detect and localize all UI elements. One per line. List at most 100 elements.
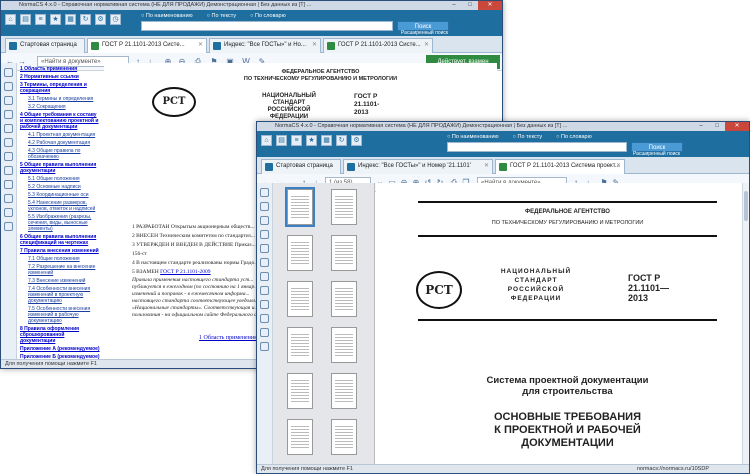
gear-icon[interactable]: ⚙ (95, 14, 106, 25)
close-tab-icon[interactable]: ✕ (484, 160, 489, 173)
toc-item[interactable]: Приложение А (рекомендуемое) (20, 346, 101, 352)
home-icon[interactable]: ⌂ (5, 14, 16, 25)
toc-item[interactable]: 7.3 Внесение изменений (20, 278, 101, 284)
radio-by-text[interactable]: По тексту (513, 134, 543, 140)
toc-item[interactable]: 4 Общие требования к составу и комплекто… (20, 112, 101, 130)
search-input[interactable] (447, 142, 627, 152)
toc-icon[interactable] (4, 68, 13, 77)
radio-by-name[interactable]: По наименованию (447, 134, 499, 140)
tab-document-2[interactable]: ГОСТ Р 21.1101-2013 Систе... ✕ (323, 38, 433, 53)
toc-item[interactable]: 5.4 Нанесение размеров, уклонов, отметок… (20, 200, 101, 212)
close-button[interactable]: ✕ (478, 1, 502, 10)
page-thumbnail[interactable] (331, 373, 357, 409)
toc-item[interactable]: 3.1 Термины и определения (20, 96, 101, 102)
toc-item[interactable]: 8 Правила оформления сброшюрованной доку… (20, 326, 101, 344)
replaced-standard-link[interactable]: ГОСТ Р 21.1101-2009 (160, 269, 210, 275)
calc-icon[interactable] (4, 180, 13, 189)
radio-by-name[interactable]: По наименованию (141, 13, 193, 19)
page-thumbnail[interactable] (331, 235, 357, 271)
page-thumbnail[interactable] (287, 373, 313, 409)
close-tab-icon[interactable]: ✕ (616, 160, 621, 173)
toc-item[interactable]: 3 Термины, определения и сокращения (20, 82, 101, 94)
toc-item[interactable]: 4.3 Общие правила по обозначению (20, 148, 101, 160)
chart-icon[interactable] (260, 286, 269, 295)
page-thumbnail[interactable] (331, 327, 357, 363)
page-thumbnail[interactable] (287, 281, 313, 317)
tab-index[interactable]: Индекс: "Все ГОСТы»" и Но... ✕ (209, 38, 321, 53)
toc-icon[interactable] (260, 188, 269, 197)
toc-item[interactable]: 7.1 Общие положения (20, 256, 101, 262)
list-icon[interactable]: ≡ (35, 14, 46, 25)
book-icon[interactable]: ▦ (65, 14, 76, 25)
toc-item[interactable]: 7.4 Особенности внесения изменений в про… (20, 286, 101, 304)
home-icon[interactable]: ⌂ (261, 135, 272, 146)
toc-item[interactable]: 3.2 Сокращения (20, 104, 101, 110)
list-icon[interactable]: ≡ (291, 135, 302, 146)
book-icon[interactable]: ▦ (321, 135, 332, 146)
refresh-icon[interactable]: ↻ (80, 14, 91, 25)
info-icon[interactable] (260, 202, 269, 211)
tab-index[interactable]: Индекс: "Все ГОСТы»" и Номер '21.1101' ✕ (343, 159, 493, 174)
radio-by-text[interactable]: По тексту (207, 13, 237, 19)
notes-icon[interactable] (260, 244, 269, 253)
page-thumbnail[interactable] (285, 187, 315, 227)
radio-by-dictionary[interactable]: По словарю (250, 13, 286, 19)
toc-item[interactable]: 5.1 Общие положения (20, 176, 101, 182)
warning-icon[interactable] (260, 328, 269, 337)
image-icon[interactable] (260, 272, 269, 281)
toc-item[interactable]: 5.2 Основные надписи (20, 184, 101, 190)
refresh-icon[interactable]: ↻ (336, 135, 347, 146)
warning-icon[interactable] (4, 208, 13, 217)
close-tab-icon[interactable]: ✕ (424, 39, 429, 52)
radio-by-dictionary[interactable]: По словарю (556, 134, 592, 140)
close-tab-icon[interactable]: ✕ (312, 39, 317, 52)
page-thumbnail[interactable] (331, 281, 357, 317)
search-input[interactable] (141, 21, 393, 31)
toc-item[interactable]: 7.2 Разрешение на внесение изменений (20, 264, 101, 276)
toc-item[interactable]: 5.3 Координационные оси (20, 192, 101, 198)
settings-icon[interactable] (260, 314, 269, 323)
image-icon[interactable] (4, 152, 13, 161)
folder-icon[interactable]: ▤ (20, 14, 31, 25)
toc-item[interactable]: 7.5 Особенности внесения изменений в раб… (20, 306, 101, 324)
links-icon[interactable] (260, 230, 269, 239)
help-icon[interactable] (4, 222, 13, 231)
toc-item[interactable]: 6 Общие правила выполнения спецификаций … (20, 234, 101, 246)
links-icon[interactable] (4, 110, 13, 119)
tab-start-page[interactable]: Стартовая страница (261, 159, 341, 174)
clock-icon[interactable]: ◷ (110, 14, 121, 25)
settings-icon[interactable] (4, 194, 13, 203)
minimize-button[interactable]: – (693, 122, 709, 131)
tab-document[interactable]: ГОСТ Р 21.1101-2013 Систе... ✕ (87, 38, 207, 53)
page-thumbnail[interactable] (287, 419, 313, 455)
history-icon[interactable] (4, 96, 13, 105)
maximize-button[interactable]: □ (709, 122, 725, 131)
gear-icon[interactable]: ⚙ (351, 135, 362, 146)
page-thumbnail[interactable] (287, 327, 313, 363)
toc-item[interactable]: 5.5 Изображения (разрезы, сечения, виды,… (20, 214, 101, 232)
close-tab-icon[interactable]: ✕ (198, 39, 203, 52)
pdf-icon[interactable] (260, 258, 269, 267)
page-thumbnail[interactable] (287, 235, 313, 271)
notes-icon[interactable] (4, 124, 13, 133)
chart-icon[interactable] (4, 166, 13, 175)
toc-item[interactable]: 4.1 Проектная документация (20, 132, 101, 138)
maximize-button[interactable]: □ (462, 1, 478, 10)
minimize-button[interactable]: – (446, 1, 462, 10)
page-thumbnail[interactable] (331, 419, 357, 455)
close-button[interactable]: ✕ (725, 122, 749, 131)
star-icon[interactable]: ★ (306, 135, 317, 146)
scrollbar-thumb[interactable] (744, 191, 748, 221)
tab-start-page[interactable]: Стартовая страница (5, 38, 85, 53)
toc-item[interactable]: 2 Нормативные ссылки (20, 74, 101, 80)
page-thumbnail[interactable] (331, 189, 357, 225)
toc-item[interactable]: 7 Правила внесения изменений (20, 248, 101, 254)
tab-document[interactable]: ГОСТ Р 21.1101-2013 Система проект... ✕ (495, 159, 625, 174)
folder-icon[interactable]: ▤ (276, 135, 287, 146)
info-icon[interactable] (4, 82, 13, 91)
pdf-icon[interactable] (4, 138, 13, 147)
help-icon[interactable] (260, 342, 269, 351)
calc-icon[interactable] (260, 300, 269, 309)
star-icon[interactable]: ★ (50, 14, 61, 25)
toc-item[interactable]: 1 Область применения (20, 66, 101, 72)
